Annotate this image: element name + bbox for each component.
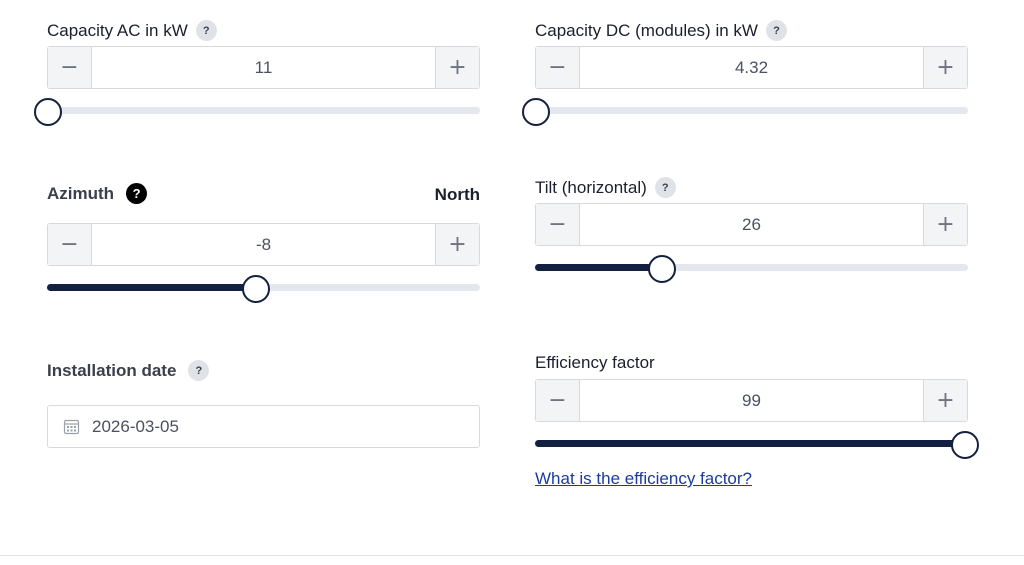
capacity-ac-decrement-button[interactable]: −	[48, 47, 92, 88]
efficiency-slider-thumb[interactable]	[950, 431, 979, 459]
capacity-dc-slider-thumb[interactable]	[522, 98, 550, 126]
installation-date-value: 2026-03-05	[92, 416, 179, 436]
azimuth-input[interactable]: -8	[92, 224, 435, 265]
azimuth-label-row: Azimuth ?	[47, 183, 148, 204]
tilt-label-row: Tilt (horizontal) ?	[535, 177, 676, 198]
capacity-dc-decrement-button[interactable]: −	[536, 47, 580, 88]
capacity-dc-label: Capacity DC (modules) in kW	[535, 20, 758, 40]
efficiency-slider-fill	[535, 440, 964, 447]
tilt-help-icon[interactable]: ?	[654, 177, 676, 198]
capacity-ac-input[interactable]: 11	[92, 47, 435, 88]
tilt-input[interactable]: 26	[580, 204, 923, 245]
efficiency-label-row: Efficiency factor	[535, 353, 655, 373]
tilt-label: Tilt (horizontal)	[535, 177, 647, 197]
capacity-dc-help-icon[interactable]: ?	[765, 20, 787, 41]
azimuth-label: Azimuth	[47, 183, 115, 203]
azimuth-slider[interactable]	[47, 275, 480, 303]
azimuth-help-icon[interactable]: ?	[126, 183, 148, 204]
tilt-slider[interactable]	[535, 255, 968, 283]
capacity-ac-slider-thumb[interactable]	[34, 98, 62, 126]
azimuth-slider-fill	[47, 284, 255, 291]
tilt-increment-button[interactable]: +	[923, 204, 967, 245]
azimuth-decrement-button[interactable]: −	[48, 224, 92, 265]
installation-date-label: Installation date	[47, 360, 177, 380]
efficiency-label: Efficiency factor	[535, 353, 655, 372]
section-divider	[0, 555, 1024, 556]
azimuth-increment-button[interactable]: +	[435, 224, 479, 265]
installation-date-help-icon[interactable]: ?	[188, 360, 210, 381]
efficiency-slider[interactable]	[535, 431, 979, 459]
efficiency-stepper: − 99 +	[535, 379, 968, 422]
capacity-dc-slider[interactable]	[522, 98, 968, 126]
efficiency-increment-button[interactable]: +	[923, 380, 967, 421]
capacity-ac-increment-button[interactable]: +	[435, 47, 479, 88]
tilt-stepper: − 26 +	[535, 203, 968, 246]
capacity-dc-stepper: − 4.32 +	[535, 46, 968, 89]
capacity-ac-label: Capacity AC in kW	[47, 20, 188, 40]
capacity-ac-slider-track[interactable]	[47, 107, 480, 114]
azimuth-direction-label: North	[434, 185, 480, 204]
efficiency-help-link[interactable]: What is the efficiency factor?	[535, 469, 752, 489]
efficiency-decrement-button[interactable]: −	[536, 380, 580, 421]
capacity-dc-input[interactable]: 4.32	[580, 47, 923, 88]
capacity-ac-help-icon[interactable]: ?	[195, 20, 217, 41]
installation-date-label-row: Installation date ?	[47, 360, 210, 381]
capacity-dc-slider-track[interactable]	[535, 107, 968, 114]
tilt-decrement-button[interactable]: −	[536, 204, 580, 245]
capacity-ac-slider[interactable]	[34, 98, 480, 126]
calendar-icon	[63, 419, 80, 435]
efficiency-input[interactable]: 99	[580, 380, 923, 421]
capacity-dc-increment-button[interactable]: +	[923, 47, 967, 88]
tilt-slider-thumb[interactable]	[647, 255, 676, 283]
tilt-slider-fill	[535, 264, 661, 271]
capacity-ac-label-row: Capacity AC in kW ?	[47, 20, 217, 41]
azimuth-slider-thumb[interactable]	[241, 275, 270, 303]
azimuth-stepper: − -8 +	[47, 223, 480, 266]
installation-date-input[interactable]: 2026-03-05	[47, 405, 480, 448]
capacity-dc-label-row: Capacity DC (modules) in kW ?	[535, 20, 787, 41]
capacity-ac-stepper: − 11 +	[47, 46, 480, 89]
